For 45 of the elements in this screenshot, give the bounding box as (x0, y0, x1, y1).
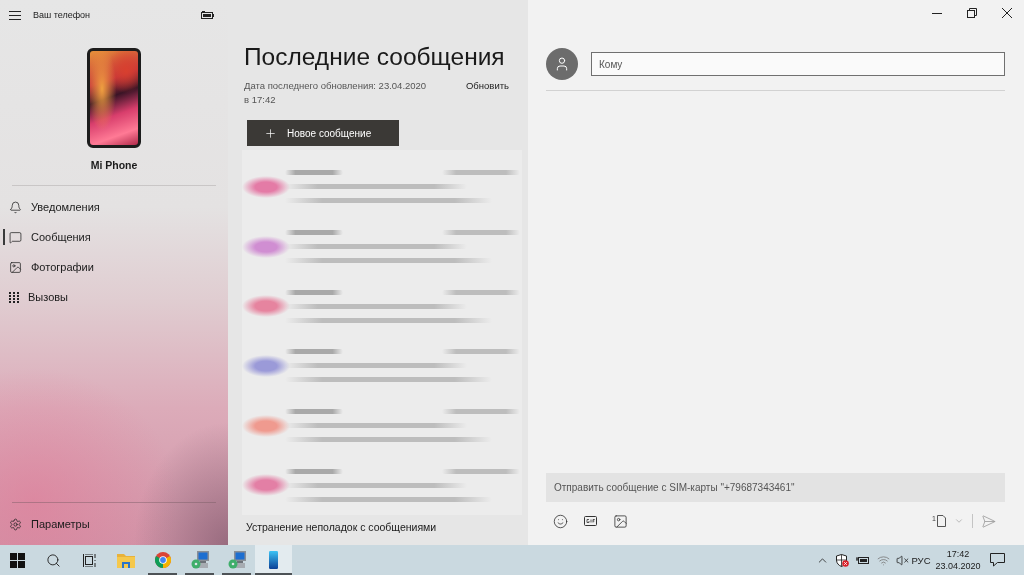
menu-icon[interactable] (9, 10, 21, 20)
emoji-icon[interactable] (553, 513, 568, 529)
app-title: Ваш телефон (33, 10, 91, 20)
nav-item[interactable]: Уведомления (0, 192, 228, 222)
chat-icon (9, 230, 22, 244)
volume-muted-icon[interactable] (895, 553, 909, 567)
installer-icon (190, 551, 209, 569)
nav-item[interactable]: Фотографии (0, 252, 228, 282)
gif-icon[interactable] (584, 516, 597, 526)
taskbar-button[interactable] (255, 545, 292, 575)
nav-item[interactable]: Сообщения (0, 222, 228, 252)
refresh-link[interactable]: Обновить (466, 79, 509, 93)
search-icon (46, 552, 61, 568)
start-icon (10, 552, 25, 568)
device-name: Mi Phone (89, 159, 139, 172)
clock-button[interactable]: 17:42 23.04.2020 (934, 545, 982, 575)
settings-icon (9, 517, 22, 531)
sim-card-icon (937, 515, 946, 527)
battery-icon (855, 555, 869, 565)
restore-icon (966, 8, 977, 18)
image-icon[interactable] (613, 513, 628, 529)
recipient-field[interactable]: Кому (591, 52, 1005, 76)
notification-icon[interactable] (989, 553, 1005, 567)
minimize-icon (931, 12, 942, 14)
phone-icon (269, 551, 278, 569)
battery-icon (201, 11, 214, 19)
close-icon (1001, 8, 1012, 18)
browser-icon (154, 552, 171, 568)
bell-icon (9, 200, 22, 214)
folder-icon (116, 552, 135, 568)
image-icon (9, 260, 22, 274)
last-updated-text: Дата последнего обновления: 23.04.2020 в 17:42 (244, 79, 428, 107)
troubleshoot-link[interactable]: Устранение неполадок с сообщениями (246, 521, 437, 534)
nav-item[interactable]: Вызовы (0, 282, 228, 312)
dialpad-icon (9, 291, 19, 303)
panel-title: Последние сообщения (244, 42, 506, 72)
plus-icon (264, 126, 277, 140)
task-view-icon (82, 553, 97, 567)
installer-icon (227, 551, 246, 569)
avatar-icon (546, 48, 578, 80)
shield-warning-icon (835, 553, 849, 567)
new-message-button[interactable]: Новое сообщение (247, 120, 399, 146)
settings-item[interactable]: Параметры (0, 503, 228, 545)
language-button[interactable]: РУС (910, 545, 932, 575)
message-field[interactable]: Отправить сообщение с SIM-карты "+79687343461" (546, 473, 1005, 502)
